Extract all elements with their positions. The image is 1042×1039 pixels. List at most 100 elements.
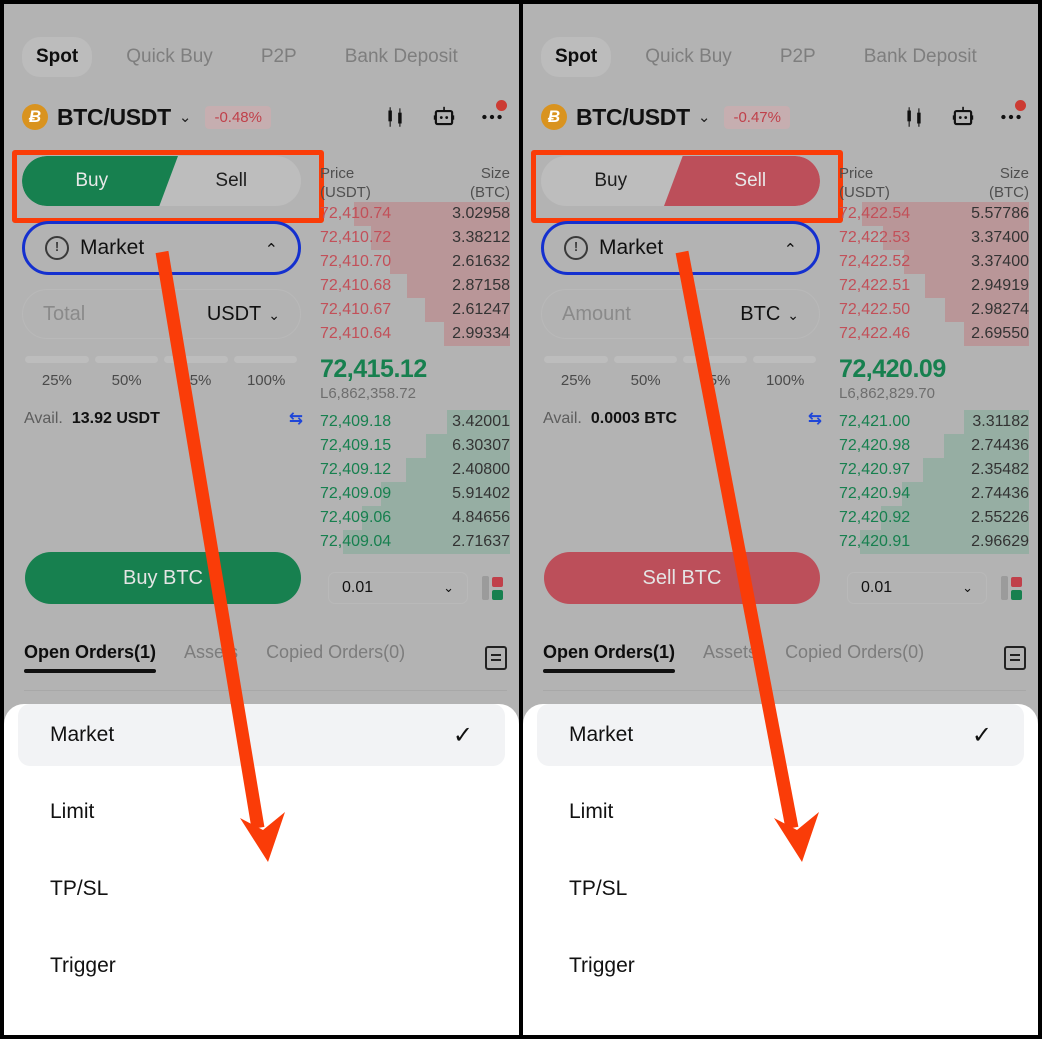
ask-row[interactable]: 72,410.74 3.02958 bbox=[320, 202, 510, 226]
bid-row[interactable]: 72,420.94 2.74436 bbox=[839, 482, 1029, 506]
ask-row[interactable]: 72,422.50 2.98274 bbox=[839, 298, 1029, 322]
candlestick-chart-icon[interactable] bbox=[902, 104, 928, 130]
slider-segment[interactable] bbox=[94, 356, 158, 363]
bid-row[interactable]: 72,409.12 2.40800 bbox=[320, 458, 510, 482]
col-size-label: Size bbox=[999, 165, 1029, 182]
slider-segment[interactable] bbox=[164, 356, 228, 363]
amount-input[interactable]: Total bbox=[43, 303, 85, 326]
depth-view-icon[interactable] bbox=[1001, 576, 1022, 600]
last-price: 72,420.09 bbox=[839, 355, 946, 383]
bid-row[interactable]: 72,420.98 2.74436 bbox=[839, 434, 1029, 458]
amount-input-row[interactable]: Total USDT ⌄ bbox=[22, 289, 301, 339]
order-history-icon[interactable] bbox=[485, 645, 507, 670]
currency-selector[interactable]: USDT ⌄ bbox=[207, 303, 280, 326]
sheet-option-trigger[interactable]: Trigger bbox=[18, 935, 505, 997]
top-tab-p2p[interactable]: P2P bbox=[247, 37, 311, 77]
sell-tab[interactable]: Sell bbox=[162, 156, 302, 206]
order-history-icon[interactable] bbox=[1004, 645, 1026, 670]
pair-symbol[interactable]: BTC/USDT bbox=[576, 104, 690, 131]
buy-tab[interactable]: Buy bbox=[541, 156, 681, 206]
bottom-tab-assets[interactable]: Assets bbox=[703, 642, 757, 673]
ask-row[interactable]: 72,422.53 3.37400 bbox=[839, 226, 1029, 250]
ask-row[interactable]: 72,410.67 2.61247 bbox=[320, 298, 510, 322]
bottom-tab-open-orders[interactable]: Open Orders(1) bbox=[543, 642, 676, 673]
submit-order-button[interactable]: Buy BTC bbox=[25, 552, 301, 604]
slider-segment[interactable] bbox=[752, 356, 816, 363]
order-type-select[interactable]: ! Market ⌄ bbox=[22, 221, 301, 275]
pair-symbol[interactable]: BTC/USDT bbox=[57, 104, 171, 131]
percent-50[interactable]: 50% bbox=[611, 372, 681, 389]
slider-segment[interactable] bbox=[233, 356, 297, 363]
ask-row[interactable]: 72,422.51 2.94919 bbox=[839, 274, 1029, 298]
chevron-down-icon[interactable]: ⌄ bbox=[698, 108, 711, 126]
slider-segment[interactable] bbox=[25, 356, 89, 363]
slider-segment[interactable] bbox=[683, 356, 747, 363]
percent-100[interactable]: 100% bbox=[750, 372, 820, 389]
percent-slider[interactable] bbox=[544, 356, 816, 363]
bid-row[interactable]: 72,420.92 2.55226 bbox=[839, 506, 1029, 530]
top-tab-quick-buy[interactable]: Quick Buy bbox=[631, 37, 746, 77]
bottom-tab-open-orders[interactable]: Open Orders(1) bbox=[24, 642, 157, 673]
percent-75[interactable]: 75% bbox=[681, 372, 751, 389]
buy-sell-toggle[interactable]: Buy Sell bbox=[22, 156, 301, 206]
percent-75[interactable]: 75% bbox=[162, 372, 232, 389]
chevron-up-icon[interactable]: ⌄ bbox=[784, 238, 797, 258]
top-tab-spot[interactable]: Spot bbox=[541, 37, 612, 77]
percent-100[interactable]: 100% bbox=[231, 372, 301, 389]
top-tab-bank-deposit[interactable]: Bank Deposit bbox=[331, 37, 472, 77]
bid-row[interactable]: 72,420.91 2.96629 bbox=[839, 530, 1029, 554]
ask-row[interactable]: 72,422.54 5.57786 bbox=[839, 202, 1029, 226]
percent-50[interactable]: 50% bbox=[92, 372, 162, 389]
amount-input[interactable]: Amount bbox=[562, 303, 631, 326]
bid-row[interactable]: 72,421.00 3.31182 bbox=[839, 410, 1029, 434]
depth-view-icon[interactable] bbox=[482, 576, 503, 600]
sheet-option-limit[interactable]: Limit bbox=[537, 781, 1024, 843]
currency-selector[interactable]: BTC ⌄ bbox=[740, 303, 799, 326]
bid-row[interactable]: 72,420.97 2.35482 bbox=[839, 458, 1029, 482]
sheet-option-tpsl[interactable]: TP/SL bbox=[537, 858, 1024, 920]
submit-order-button[interactable]: Sell BTC bbox=[544, 552, 820, 604]
sell-tab[interactable]: Sell bbox=[681, 156, 821, 206]
ask-row[interactable]: 72,410.72 3.38212 bbox=[320, 226, 510, 250]
bid-row[interactable]: 72,409.18 3.42001 bbox=[320, 410, 510, 434]
buy-sell-toggle[interactable]: Buy Sell bbox=[541, 156, 820, 206]
slider-segment[interactable] bbox=[613, 356, 677, 363]
ask-row[interactable]: 72,422.46 2.69550 bbox=[839, 322, 1029, 346]
bottom-tab-copied-orders[interactable]: Copied Orders(0) bbox=[266, 642, 405, 673]
bid-row[interactable]: 72,409.15 6.30307 bbox=[320, 434, 510, 458]
top-tab-p2p[interactable]: P2P bbox=[766, 37, 830, 77]
top-tab-quick-buy[interactable]: Quick Buy bbox=[112, 37, 227, 77]
slider-segment[interactable] bbox=[544, 356, 608, 363]
top-tab-bank-deposit[interactable]: Bank Deposit bbox=[850, 37, 991, 77]
ask-row[interactable]: 72,410.68 2.87158 bbox=[320, 274, 510, 298]
percent-25[interactable]: 25% bbox=[22, 372, 92, 389]
bottom-tab-assets[interactable]: Assets bbox=[184, 642, 238, 673]
ask-row[interactable]: 72,410.70 2.61632 bbox=[320, 250, 510, 274]
ask-row[interactable]: 72,410.64 2.99334 bbox=[320, 322, 510, 346]
bottom-tab-copied-orders[interactable]: Copied Orders(0) bbox=[785, 642, 924, 673]
swap-icon[interactable]: ⇆ bbox=[808, 409, 822, 429]
order-type-select[interactable]: ! Market ⌄ bbox=[541, 221, 820, 275]
ask-row[interactable]: 72,422.52 3.37400 bbox=[839, 250, 1029, 274]
amount-input-row[interactable]: Amount BTC ⌄ bbox=[541, 289, 820, 339]
percent-slider[interactable] bbox=[25, 356, 297, 363]
candlestick-chart-icon[interactable] bbox=[383, 104, 409, 130]
bid-row[interactable]: 72,409.04 2.71637 bbox=[320, 530, 510, 554]
bid-row[interactable]: 72,409.06 4.84656 bbox=[320, 506, 510, 530]
trading-bot-icon[interactable] bbox=[950, 104, 976, 130]
top-tab-spot[interactable]: Spot bbox=[22, 37, 93, 77]
precision-select[interactable]: 0.01 ⌄ bbox=[328, 572, 468, 604]
swap-icon[interactable]: ⇆ bbox=[289, 409, 303, 429]
sheet-option-market[interactable]: Market ✓ bbox=[18, 704, 505, 766]
chevron-down-icon[interactable]: ⌄ bbox=[179, 108, 192, 126]
percent-25[interactable]: 25% bbox=[541, 372, 611, 389]
chevron-up-icon[interactable]: ⌄ bbox=[265, 238, 278, 258]
buy-tab[interactable]: Buy bbox=[22, 156, 162, 206]
trading-bot-icon[interactable] bbox=[431, 104, 457, 130]
sheet-option-limit[interactable]: Limit bbox=[18, 781, 505, 843]
bid-row[interactable]: 72,409.09 5.91402 bbox=[320, 482, 510, 506]
precision-select[interactable]: 0.01 ⌄ bbox=[847, 572, 987, 604]
sheet-option-tpsl[interactable]: TP/SL bbox=[18, 858, 505, 920]
sheet-option-market[interactable]: Market ✓ bbox=[537, 704, 1024, 766]
sheet-option-trigger[interactable]: Trigger bbox=[537, 935, 1024, 997]
